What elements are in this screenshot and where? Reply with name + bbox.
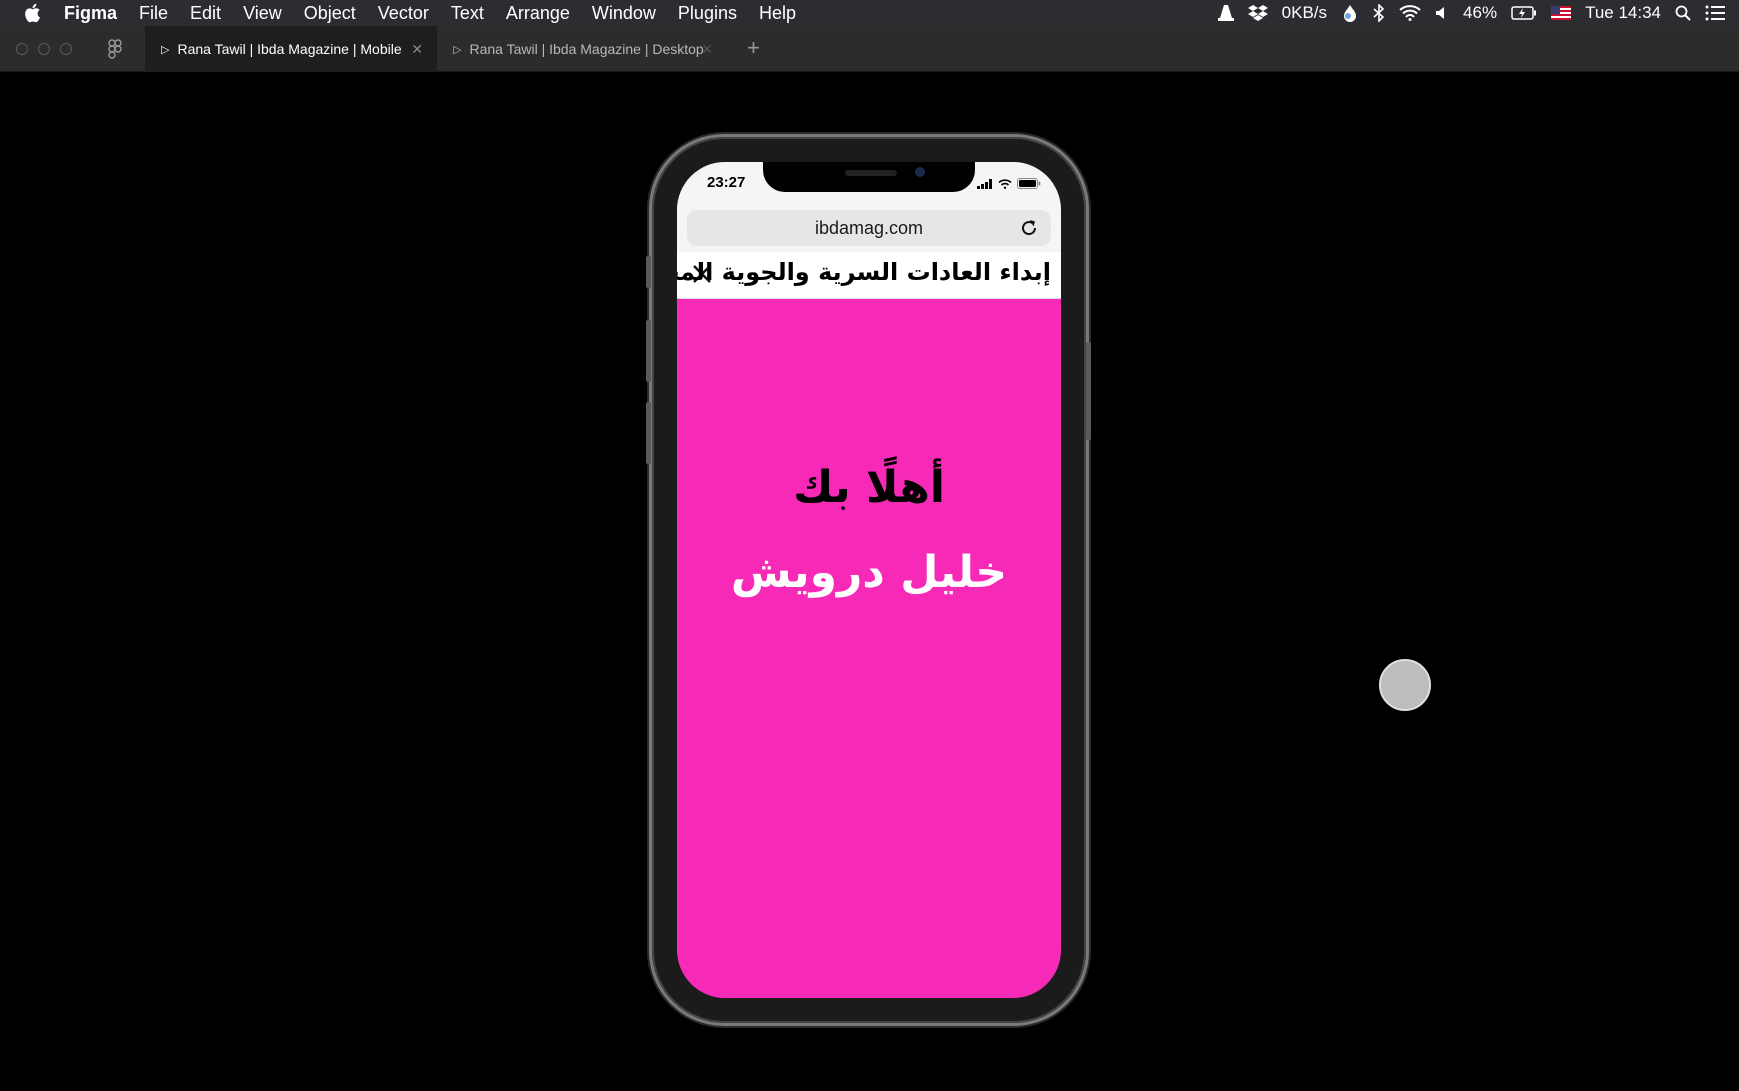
zoom-window-button[interactable] <box>60 43 72 55</box>
notification-center-icon[interactable] <box>1705 5 1725 21</box>
dropbox-icon[interactable] <box>1247 4 1268 22</box>
front-camera <box>915 167 925 177</box>
clock[interactable]: Tue 14:34 <box>1585 3 1661 23</box>
close-tab-icon[interactable]: ✕ <box>411 41 423 58</box>
menu-file[interactable]: File <box>139 3 168 24</box>
close-tab-icon[interactable]: ✕ <box>701 41 713 58</box>
phone-mute-switch <box>646 256 651 288</box>
phone-battery-icon <box>1017 176 1041 194</box>
menu-plugins[interactable]: Plugins <box>678 3 737 24</box>
wifi-icon[interactable] <box>1399 5 1421 21</box>
status-icons <box>977 176 1041 194</box>
phone-time: 23:27 <box>707 174 746 191</box>
minimize-window-button[interactable] <box>38 43 50 55</box>
bluetooth-icon[interactable] <box>1373 4 1385 22</box>
tab-label: Rana Tawil | Ibda Magazine | Mobile <box>177 41 402 57</box>
us-flag-icon[interactable] <box>1551 6 1572 20</box>
earpiece-speaker <box>845 170 897 176</box>
play-icon: ▷ <box>161 43 170 56</box>
welcome-heading: أهلًا بك <box>793 462 945 513</box>
prototype-cursor <box>1379 659 1431 711</box>
cellular-signal-icon <box>977 176 993 194</box>
browser-address-area: ibdamag.com <box>677 206 1061 252</box>
close-window-button[interactable] <box>16 43 28 55</box>
volume-icon[interactable] <box>1435 6 1449 20</box>
phone-wifi-icon <box>998 176 1012 194</box>
site-header: إبداء العادات السرية والجوية المخفية <box>677 252 1061 299</box>
reload-icon[interactable] <box>1019 218 1039 243</box>
menu-text[interactable]: Text <box>451 3 484 24</box>
new-tab-plus-icon[interactable]: + <box>747 35 760 61</box>
tab-bar: ▷ Rana Tawil | Ibda Magazine | Mobile ✕ … <box>0 26 1739 72</box>
menu-window[interactable]: Window <box>592 3 656 24</box>
vlc-cone-icon[interactable] <box>1217 4 1234 22</box>
phone-volume-up-button <box>646 320 651 382</box>
battery-charging-icon[interactable] <box>1511 6 1537 20</box>
spotlight-search-icon[interactable] <box>1675 5 1691 21</box>
tab-mobile-prototype[interactable]: ▷ Rana Tawil | Ibda Magazine | Mobile ✕ <box>145 26 437 72</box>
figma-logo-icon[interactable] <box>108 39 122 64</box>
menu-vector[interactable]: Vector <box>378 3 429 24</box>
menu-bar: Figma File Edit View Object Vector Text … <box>0 0 1739 26</box>
apple-icon[interactable] <box>20 0 44 26</box>
play-icon: ▷ <box>453 43 462 56</box>
url-text: ibdamag.com <box>814 217 924 238</box>
phone-notch <box>763 162 975 192</box>
tab-label: Rana Tawil | Ibda Magazine | Desktop <box>469 41 704 57</box>
menu-object[interactable]: Object <box>304 3 356 24</box>
phone-screen: 23:27 ibdamag.com إبداء العادات السرية و… <box>677 162 1061 998</box>
user-name-heading: خليل درويش <box>730 547 1008 598</box>
site-title: إبداء العادات السرية والجوية المخفية <box>677 258 1052 286</box>
battery-percent: 46% <box>1463 3 1498 22</box>
menu-view[interactable]: View <box>243 3 282 24</box>
phone-power-button <box>1086 342 1091 440</box>
tab-desktop-prototype[interactable]: ▷ Rana Tawil | Ibda Magazine | Desktop ✕ <box>437 26 727 72</box>
menu-edit[interactable]: Edit <box>190 3 221 24</box>
menu-help[interactable]: Help <box>759 3 796 24</box>
menu-arrange[interactable]: Arrange <box>506 3 570 24</box>
phone-volume-down-button <box>646 402 651 464</box>
network-speed: 0KB/s <box>1281 3 1328 22</box>
app-menu-figma[interactable]: Figma <box>64 3 117 24</box>
address-bar[interactable]: ibdamag.com <box>687 210 1051 246</box>
window-controls <box>16 43 72 55</box>
droplet-app-icon[interactable] <box>1341 4 1359 22</box>
